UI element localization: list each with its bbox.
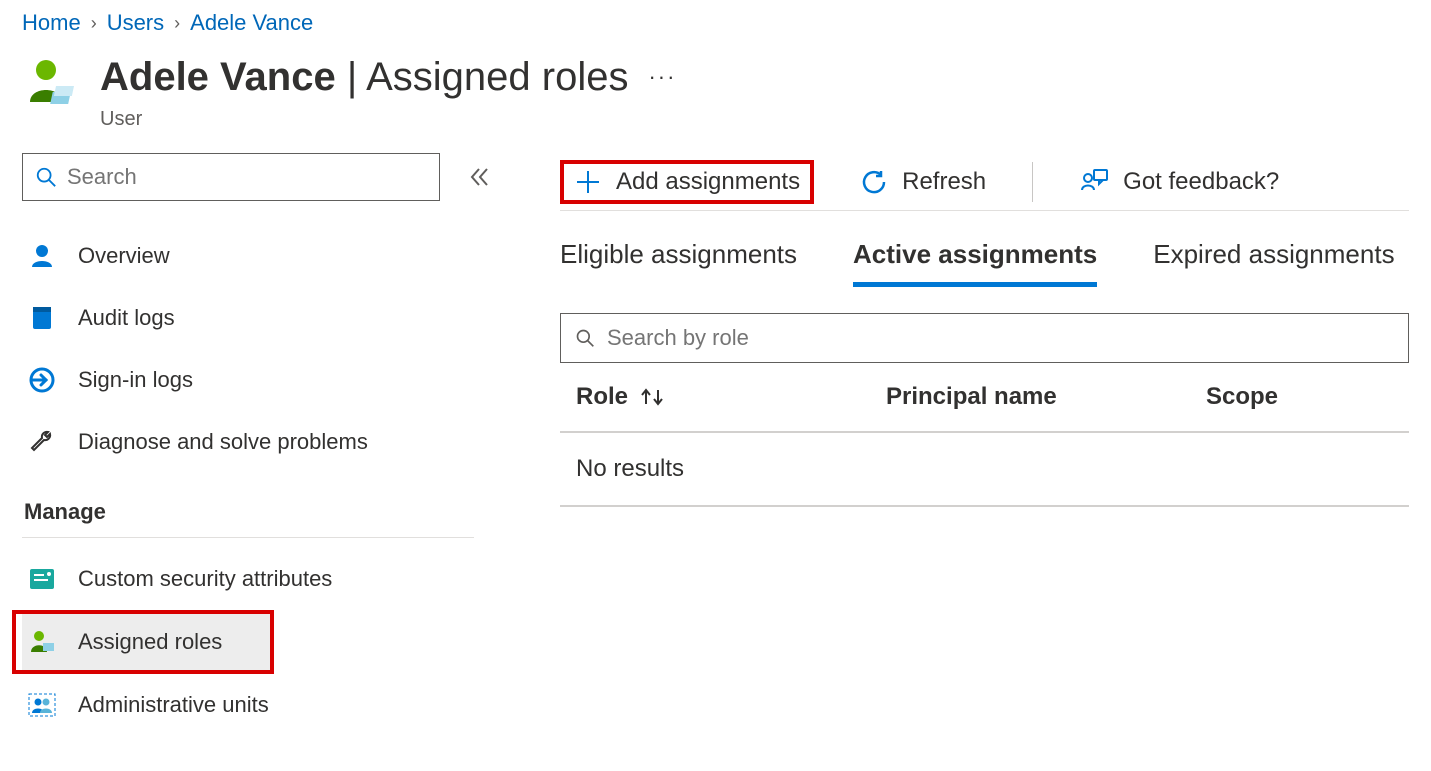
plus-icon — [574, 168, 602, 196]
wrench-icon — [26, 428, 58, 456]
sidebar-item-audit-logs[interactable]: Audit logs — [22, 287, 520, 349]
page-title-section: Assigned roles — [366, 55, 628, 99]
sidebar-item-diagnose[interactable]: Diagnose and solve problems — [22, 411, 520, 473]
sidebar-group-manage: Manage — [22, 473, 474, 538]
user-avatar-icon — [22, 56, 78, 108]
sidebar-search[interactable] — [22, 153, 440, 201]
more-button[interactable]: ··· — [648, 65, 676, 88]
signin-icon — [26, 366, 58, 394]
main-content: Add assignments Refresh Got fe — [520, 153, 1409, 736]
sidebar-item-administrative-units[interactable]: Administrative units — [22, 674, 520, 736]
sidebar-item-label: Diagnose and solve problems — [78, 429, 368, 455]
sidebar-item-label: Assigned roles — [78, 629, 222, 655]
no-results-label: No results — [560, 433, 1409, 507]
search-icon — [35, 166, 57, 188]
page-subtitle: User — [100, 108, 676, 131]
user-role-icon — [26, 629, 58, 655]
sidebar-item-signin-logs[interactable]: Sign-in logs — [22, 349, 520, 411]
page-header: Adele Vance | Assigned roles ··· User — [0, 42, 1431, 153]
breadcrumb-home[interactable]: Home — [22, 10, 81, 36]
refresh-icon — [860, 168, 888, 196]
tab-expired-assignments[interactable]: Expired assignments — [1153, 239, 1394, 287]
sidebar-item-label: Administrative units — [78, 692, 269, 718]
sidebar-item-assigned-roles[interactable]: Assigned roles — [22, 614, 270, 670]
table-header: Role Principal name Scope — [560, 363, 1409, 433]
assignment-tabs: Eligible assignments Active assignments … — [560, 239, 1409, 287]
add-assignments-label: Add assignments — [616, 168, 800, 196]
sidebar-item-label: Audit logs — [78, 305, 175, 331]
column-scope[interactable]: Scope — [1206, 383, 1393, 411]
sidebar: Overview Audit logs Sign-in logs — [22, 153, 520, 736]
highlight-assigned-roles: Assigned roles — [12, 610, 274, 674]
chevron-right-icon: › — [174, 13, 180, 34]
sidebar-search-input[interactable] — [67, 164, 427, 190]
role-search-input[interactable] — [607, 325, 1394, 351]
sort-icon[interactable] — [638, 386, 666, 408]
toolbar-divider — [1032, 162, 1033, 202]
search-icon — [575, 328, 595, 348]
role-search[interactable] — [560, 313, 1409, 363]
feedback-label: Got feedback? — [1123, 168, 1279, 196]
collapse-sidebar-button[interactable] — [468, 165, 492, 189]
refresh-label: Refresh — [902, 168, 986, 196]
feedback-button[interactable]: Got feedback? — [1073, 162, 1285, 202]
sidebar-item-custom-security-attributes[interactable]: Custom security attributes — [22, 548, 520, 610]
sidebar-item-label: Overview — [78, 243, 170, 269]
page-title-user: Adele Vance — [100, 55, 336, 99]
tab-active-assignments[interactable]: Active assignments — [853, 239, 1097, 287]
feedback-icon — [1079, 168, 1109, 196]
table-body: No results — [560, 433, 1409, 507]
attributes-icon — [26, 568, 58, 590]
sidebar-item-label: Custom security attributes — [78, 566, 332, 592]
breadcrumb-users[interactable]: Users — [107, 10, 164, 36]
refresh-button[interactable]: Refresh — [854, 162, 992, 202]
admin-units-icon — [26, 693, 58, 717]
sidebar-item-label: Sign-in logs — [78, 367, 193, 393]
sidebar-item-overview[interactable]: Overview — [22, 225, 520, 287]
column-role[interactable]: Role — [576, 383, 628, 411]
tab-eligible-assignments[interactable]: Eligible assignments — [560, 239, 797, 287]
user-icon — [26, 243, 58, 269]
column-principal-name[interactable]: Principal name — [886, 383, 1206, 411]
breadcrumb-user[interactable]: Adele Vance — [190, 10, 313, 36]
book-icon — [26, 305, 58, 331]
breadcrumb: Home › Users › Adele Vance — [0, 0, 1431, 42]
chevron-right-icon: › — [91, 13, 97, 34]
toolbar: Add assignments Refresh Got fe — [560, 153, 1409, 211]
add-assignments-button[interactable]: Add assignments — [560, 160, 814, 204]
